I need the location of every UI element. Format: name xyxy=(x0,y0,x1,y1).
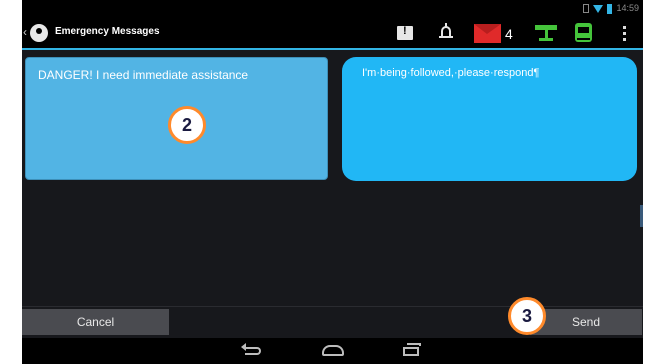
cancel-button[interactable]: Cancel xyxy=(22,309,169,335)
sim-icon xyxy=(583,4,590,13)
recent-apps-icon[interactable] xyxy=(403,343,421,356)
device-screen: 14:59 ‹ Emergency Messages 4 DANGER! I n… xyxy=(22,0,643,364)
mail-icon[interactable] xyxy=(474,24,501,43)
callout-marker-2: 2 xyxy=(168,106,206,144)
message-text-danger: DANGER! I need immediate assistance xyxy=(38,68,249,82)
bus-icon[interactable] xyxy=(575,23,592,42)
signpost-icon[interactable] xyxy=(535,25,557,45)
status-icons: 14:59 xyxy=(583,2,639,15)
back-nav-icon[interactable] xyxy=(241,343,261,355)
wifi-icon xyxy=(593,4,604,13)
up-chevron-icon[interactable]: ‹ xyxy=(23,25,27,39)
send-button[interactable]: Send xyxy=(530,309,642,335)
bell-icon[interactable] xyxy=(439,23,453,43)
battery-icon xyxy=(607,3,613,14)
status-time: 14:59 xyxy=(616,3,639,13)
navigation-bar xyxy=(22,338,643,364)
action-bar: ‹ Emergency Messages 4 xyxy=(22,17,643,50)
app-logo-icon[interactable] xyxy=(30,24,48,42)
scroll-indicator xyxy=(640,205,643,227)
message-tile-followed[interactable]: I'm·being·followed,·please·respond¶ xyxy=(342,57,637,181)
callout-marker-3: 3 xyxy=(508,297,546,335)
home-nav-icon[interactable] xyxy=(322,345,344,356)
status-bar: 14:59 xyxy=(22,0,643,17)
divider xyxy=(22,306,643,307)
message-text-followed: I'm·being·followed,·please·respond¶ xyxy=(362,67,540,79)
alert-icon[interactable] xyxy=(397,25,413,40)
overflow-menu-icon[interactable] xyxy=(623,26,627,46)
app-title: Emergency Messages xyxy=(55,26,160,37)
mail-count-badge: 4 xyxy=(505,26,513,42)
